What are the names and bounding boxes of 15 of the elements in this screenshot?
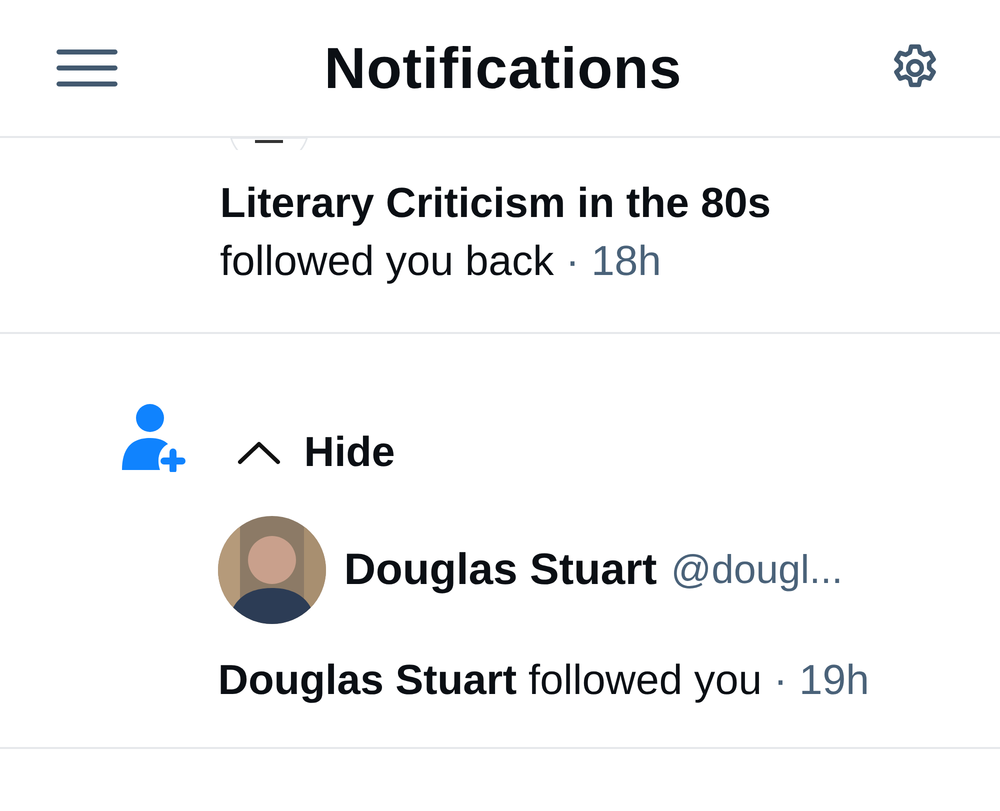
page-title: Notifications — [324, 34, 682, 102]
notification-text: followed you back — [220, 237, 554, 284]
account-name[interactable]: Literary Criticism in the 80s — [220, 179, 771, 226]
caret-icon — [236, 439, 282, 465]
notification-text: followed you — [528, 656, 762, 703]
timestamp: · 18h — [566, 237, 662, 284]
follow-icon — [120, 402, 186, 472]
menu-icon — [56, 48, 118, 88]
user-handle[interactable]: @dougl... — [670, 548, 843, 592]
timestamp: · 19h — [774, 656, 870, 703]
menu-button[interactable] — [56, 48, 118, 88]
avatar[interactable] — [229, 138, 309, 150]
hide-toggle[interactable]: Hide — [220, 428, 402, 476]
actor-name: Douglas Stuart — [218, 656, 517, 703]
user-name[interactable]: Douglas Stuart — [344, 545, 657, 595]
